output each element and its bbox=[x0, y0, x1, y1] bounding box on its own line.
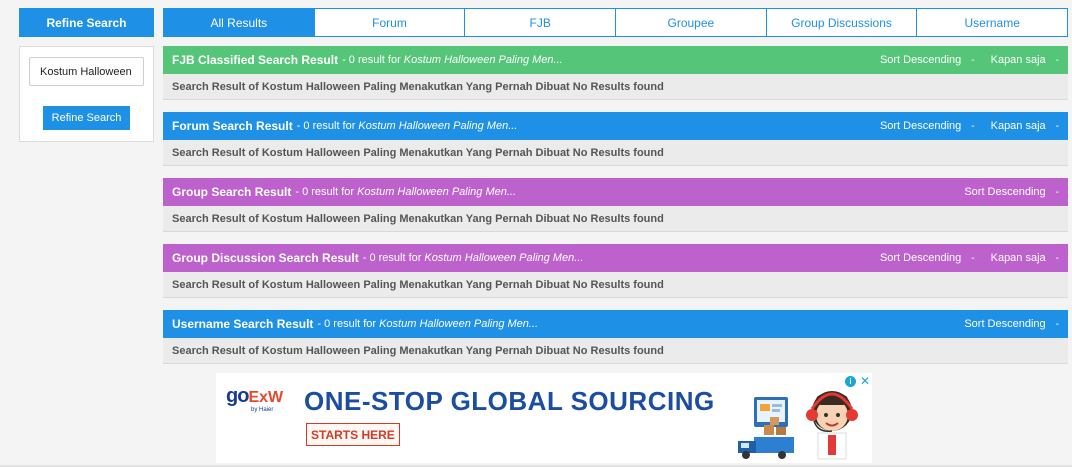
ad-headline: ONE-STOP GLOBAL SOURCING bbox=[304, 386, 715, 416]
chevron-down-icon: - bbox=[971, 120, 975, 132]
no-results-message: Search Result of Kostum Halloween Paling… bbox=[163, 140, 1068, 166]
sort-dropdown[interactable]: Sort Descending - bbox=[880, 54, 975, 66]
tab-username[interactable]: Username bbox=[917, 9, 1067, 36]
search-query: Kostum Halloween Paling Men... bbox=[403, 54, 563, 66]
search-query: Kostum Halloween Paling Men... bbox=[357, 186, 517, 198]
time-label: Kapan saja bbox=[990, 54, 1046, 66]
section-title[interactable]: Forum Search Result bbox=[172, 119, 293, 133]
refine-search-header: Refine Search bbox=[19, 8, 154, 37]
ad-banner[interactable]: goExW by Haier ONE-STOP GLOBAL SOURCING … bbox=[216, 373, 872, 463]
fjb-result-section: FJB Classified Search Result - 0 result … bbox=[163, 46, 1068, 100]
result-count: - 0 result for bbox=[295, 186, 355, 198]
section-title[interactable]: Group Discussion Search Result bbox=[172, 251, 359, 265]
ad-cta-button[interactable]: STARTS HERE bbox=[306, 423, 400, 446]
refine-search-button[interactable]: Refine Search bbox=[43, 106, 130, 130]
sort-dropdown[interactable]: Sort Descending - bbox=[964, 318, 1059, 330]
result-count: - 0 result for bbox=[362, 252, 422, 264]
tab-all-results[interactable]: All Results bbox=[164, 9, 315, 36]
time-dropdown[interactable]: Kapan saja - bbox=[991, 54, 1059, 66]
section-title[interactable]: Group Search Result bbox=[172, 185, 291, 199]
refine-search-panel: Refine Search bbox=[19, 46, 154, 142]
section-header: Group Search Result - 0 result for Kostu… bbox=[163, 178, 1068, 206]
ad-info-icon[interactable]: i bbox=[845, 376, 856, 387]
result-count: - 0 result for bbox=[296, 120, 356, 132]
time-label: Kapan saja bbox=[990, 252, 1046, 264]
result-count: - 0 result for bbox=[317, 318, 377, 330]
section-header: FJB Classified Search Result - 0 result … bbox=[163, 46, 1068, 74]
ad-close-icon[interactable]: ✕ bbox=[859, 375, 871, 387]
section-header: Username Search Result - 0 result for Ko… bbox=[163, 310, 1068, 338]
time-dropdown[interactable]: Kapan saja - bbox=[991, 120, 1059, 132]
group-result-section: Group Search Result - 0 result for Kostu… bbox=[163, 178, 1068, 232]
forum-result-section: Forum Search Result - 0 result for Kostu… bbox=[163, 112, 1068, 166]
chevron-down-icon: - bbox=[1055, 120, 1059, 132]
tab-forum[interactable]: Forum bbox=[315, 9, 466, 36]
time-label: Kapan saja bbox=[990, 120, 1046, 132]
result-count: - 0 result for bbox=[342, 54, 401, 66]
chevron-down-icon: - bbox=[1055, 54, 1059, 66]
goexw-logo: goExW by Haier bbox=[226, 385, 284, 413]
section-title[interactable]: FJB Classified Search Result bbox=[172, 53, 338, 67]
no-results-message: Search Result of Kostum Halloween Paling… bbox=[163, 206, 1068, 232]
no-results-message: Search Result of Kostum Halloween Paling… bbox=[163, 74, 1068, 100]
no-results-message: Search Result of Kostum Halloween Paling… bbox=[163, 338, 1068, 364]
chevron-down-icon: - bbox=[1055, 186, 1059, 198]
no-results-message: Search Result of Kostum Halloween Paling… bbox=[163, 272, 1068, 298]
chevron-down-icon: - bbox=[971, 252, 975, 264]
sort-label: Sort Descending bbox=[879, 120, 962, 132]
section-header: Group Discussion Search Result - 0 resul… bbox=[163, 244, 1068, 272]
sort-label: Sort Descending bbox=[879, 54, 962, 66]
sort-dropdown[interactable]: Sort Descending - bbox=[964, 186, 1059, 198]
search-query: Kostum Halloween Paling Men... bbox=[358, 120, 518, 132]
username-result-section: Username Search Result - 0 result for Ko… bbox=[163, 310, 1068, 364]
tab-groupee[interactable]: Groupee bbox=[616, 9, 767, 36]
group-discussion-result-section: Group Discussion Search Result - 0 resul… bbox=[163, 244, 1068, 298]
search-input[interactable] bbox=[29, 57, 144, 86]
result-tabs: All Results Forum FJB Groupee Group Disc… bbox=[163, 8, 1068, 37]
chevron-down-icon: - bbox=[971, 54, 975, 66]
chevron-down-icon: - bbox=[1055, 252, 1059, 264]
sort-dropdown[interactable]: Sort Descending - bbox=[880, 120, 975, 132]
tab-fjb[interactable]: FJB bbox=[465, 9, 617, 36]
section-title[interactable]: Username Search Result bbox=[172, 317, 313, 331]
section-header: Forum Search Result - 0 result for Kostu… bbox=[163, 112, 1068, 140]
chevron-down-icon: - bbox=[1055, 318, 1059, 330]
search-query: Kostum Halloween Paling Men... bbox=[379, 318, 539, 330]
sort-label: Sort Descending bbox=[964, 318, 1046, 330]
search-query: Kostum Halloween Paling Men... bbox=[424, 252, 584, 264]
sort-label: Sort Descending bbox=[879, 252, 962, 264]
sort-dropdown[interactable]: Sort Descending - bbox=[880, 252, 975, 264]
sort-label: Sort Descending bbox=[964, 186, 1046, 198]
tab-group-discussions[interactable]: Group Discussions bbox=[767, 9, 918, 36]
time-dropdown[interactable]: Kapan saja - bbox=[991, 252, 1059, 264]
